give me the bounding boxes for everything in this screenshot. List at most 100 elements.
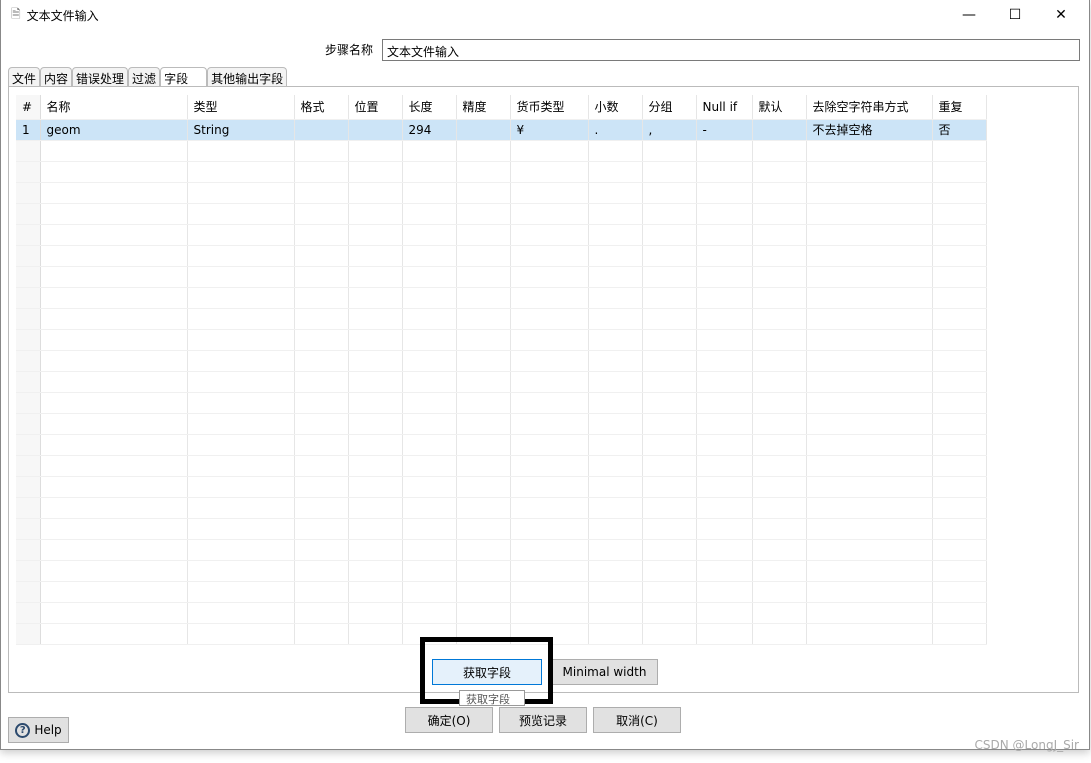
table-cell[interactable] xyxy=(402,203,457,225)
table-cell[interactable] xyxy=(294,371,349,393)
table-cell[interactable] xyxy=(16,329,41,351)
table-cell[interactable] xyxy=(588,140,643,162)
table-cell[interactable] xyxy=(402,182,457,204)
table-cell[interactable] xyxy=(752,539,807,561)
table-cell[interactable] xyxy=(40,287,188,309)
table-cell[interactable] xyxy=(752,308,807,330)
table-cell[interactable] xyxy=(642,581,697,603)
table-cell[interactable] xyxy=(348,392,403,414)
table-cell[interactable] xyxy=(752,392,807,414)
table-cell[interactable] xyxy=(510,455,589,477)
table-cell[interactable] xyxy=(642,539,697,561)
table-cell[interactable] xyxy=(642,287,697,309)
table-cell[interactable] xyxy=(294,455,349,477)
table-cell[interactable] xyxy=(40,350,188,372)
table-cell[interactable] xyxy=(294,140,349,162)
table-cell[interactable] xyxy=(294,602,349,624)
step-name-input[interactable]: 文本文件输入 xyxy=(382,39,1080,61)
tab-content[interactable]: 内容 xyxy=(40,67,73,87)
table-cell[interactable] xyxy=(510,287,589,309)
table-cell[interactable] xyxy=(402,350,457,372)
table-cell[interactable] xyxy=(752,224,807,246)
table-cell[interactable] xyxy=(510,476,589,498)
table-cell[interactable]: geom xyxy=(40,119,188,141)
table-cell[interactable] xyxy=(642,245,697,267)
column-header[interactable]: 小数 xyxy=(588,95,643,120)
table-row[interactable] xyxy=(16,371,987,393)
table-cell[interactable] xyxy=(348,350,403,372)
table-cell[interactable] xyxy=(348,434,403,456)
table-cell[interactable] xyxy=(642,224,697,246)
table-row[interactable] xyxy=(16,308,987,330)
table-cell[interactable] xyxy=(187,602,295,624)
table-cell[interactable] xyxy=(348,308,403,330)
tab-error-handling[interactable]: 错误处理 xyxy=(72,67,129,87)
table-cell[interactable] xyxy=(187,245,295,267)
table-cell[interactable] xyxy=(696,518,753,540)
table-cell[interactable] xyxy=(348,287,403,309)
table-cell[interactable] xyxy=(456,455,511,477)
table-cell[interactable] xyxy=(752,266,807,288)
table-cell[interactable] xyxy=(932,476,987,498)
table-cell[interactable] xyxy=(752,623,807,645)
column-header[interactable]: 默认 xyxy=(752,95,807,120)
table-cell[interactable] xyxy=(510,539,589,561)
table-cell[interactable] xyxy=(402,455,457,477)
table-cell[interactable] xyxy=(806,602,933,624)
table-cell[interactable] xyxy=(40,245,188,267)
table-cell[interactable] xyxy=(40,161,188,183)
table-cell[interactable] xyxy=(588,497,643,519)
table-cell[interactable] xyxy=(806,434,933,456)
table-cell[interactable] xyxy=(187,182,295,204)
table-cell[interactable] xyxy=(456,245,511,267)
table-cell[interactable] xyxy=(752,602,807,624)
table-cell[interactable] xyxy=(348,560,403,582)
table-cell[interactable] xyxy=(187,203,295,225)
table-cell[interactable] xyxy=(932,434,987,456)
table-cell[interactable] xyxy=(642,602,697,624)
table-cell[interactable] xyxy=(752,455,807,477)
table-cell[interactable] xyxy=(40,371,188,393)
table-cell[interactable] xyxy=(932,497,987,519)
column-header[interactable]: 格式 xyxy=(294,95,349,120)
table-cell[interactable] xyxy=(806,245,933,267)
table-cell[interactable] xyxy=(40,182,188,204)
table-cell[interactable] xyxy=(510,392,589,414)
table-cell[interactable] xyxy=(642,455,697,477)
table-cell[interactable] xyxy=(806,413,933,435)
table-cell[interactable] xyxy=(40,560,188,582)
table-cell[interactable] xyxy=(402,413,457,435)
table-cell[interactable] xyxy=(40,413,188,435)
table-cell[interactable] xyxy=(510,308,589,330)
table-cell[interactable] xyxy=(16,308,41,330)
table-cell[interactable] xyxy=(402,518,457,540)
table-row[interactable] xyxy=(16,182,987,204)
table-cell[interactable] xyxy=(402,497,457,519)
table-cell[interactable] xyxy=(456,161,511,183)
table-cell[interactable] xyxy=(456,413,511,435)
table-cell[interactable] xyxy=(456,287,511,309)
table-cell[interactable] xyxy=(16,245,41,267)
table-cell[interactable] xyxy=(588,287,643,309)
column-header[interactable]: 长度 xyxy=(402,95,457,120)
column-header[interactable]: 货币类型 xyxy=(510,95,589,120)
table-cell[interactable] xyxy=(40,518,188,540)
table-cell[interactable] xyxy=(40,308,188,330)
table-cell[interactable] xyxy=(588,581,643,603)
table-cell[interactable] xyxy=(16,497,41,519)
table-cell[interactable] xyxy=(510,266,589,288)
table-cell[interactable] xyxy=(16,140,41,162)
table-cell[interactable] xyxy=(294,329,349,351)
table-cell[interactable] xyxy=(696,392,753,414)
table-cell[interactable] xyxy=(932,203,987,225)
table-cell[interactable] xyxy=(588,413,643,435)
table-cell[interactable] xyxy=(40,623,188,645)
table-cell[interactable] xyxy=(752,497,807,519)
table-cell[interactable] xyxy=(806,560,933,582)
table-cell[interactable]: , xyxy=(642,119,697,141)
table-cell[interactable] xyxy=(696,350,753,372)
table-cell[interactable] xyxy=(187,434,295,456)
table-cell[interactable] xyxy=(402,224,457,246)
table-cell[interactable] xyxy=(187,308,295,330)
table-cell[interactable] xyxy=(402,602,457,624)
